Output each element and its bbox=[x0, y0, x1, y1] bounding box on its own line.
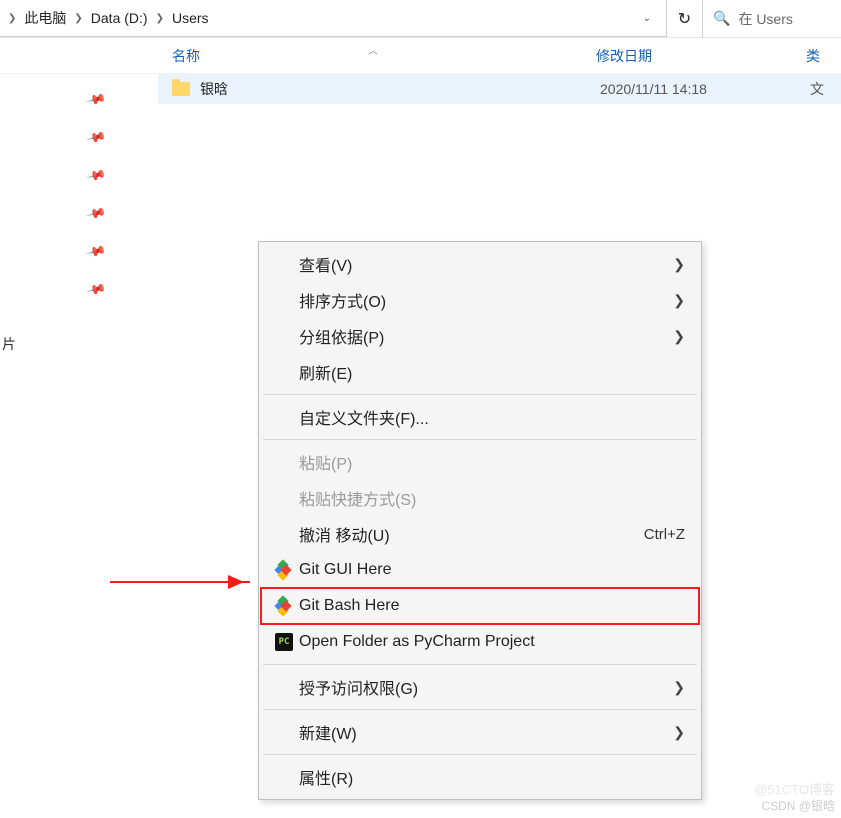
chevron-right-icon: ❯ bbox=[72, 13, 84, 24]
menu-undo[interactable]: 撤消 移动(U)Ctrl+Z bbox=[261, 516, 699, 552]
menu-view[interactable]: 查看(V)❯ bbox=[261, 246, 699, 282]
breadcrumb-drive[interactable]: Data (D:) bbox=[85, 6, 154, 30]
search-input[interactable]: 🔍 在 Users bbox=[703, 0, 841, 37]
menu-sort[interactable]: 排序方式(O)❯ bbox=[261, 282, 699, 318]
table-row[interactable]: 银晗 2020/11/11 14:18 文 bbox=[158, 74, 841, 104]
folder-icon bbox=[172, 82, 190, 96]
column-type[interactable]: 类 bbox=[798, 46, 820, 66]
watermark: CSDN @银晗 bbox=[761, 797, 835, 814]
file-name: 银晗 bbox=[200, 79, 600, 99]
column-headers: ︿ 名称 修改日期 类 bbox=[0, 38, 841, 74]
chevron-right-icon: ❯ bbox=[673, 724, 685, 741]
pin-icon[interactable]: 📌 bbox=[85, 165, 107, 187]
file-modified: 2020/11/11 14:18 bbox=[600, 81, 810, 97]
chevron-right-icon: ❯ bbox=[673, 256, 685, 273]
context-menu: 查看(V)❯ 排序方式(O)❯ 分组依据(P)❯ 刷新(E) 自定义文件夹(F)… bbox=[258, 241, 702, 800]
file-type: 文 bbox=[810, 79, 824, 99]
sort-caret-icon: ︿ bbox=[368, 42, 378, 57]
watermark: @51CTO博客 bbox=[754, 779, 835, 798]
address-bar: ❯ 此电脑 ❯ Data (D:) ❯ Users ⌄ ↻ 🔍 在 Users bbox=[0, 0, 841, 38]
pin-icon[interactable]: 📌 bbox=[85, 279, 107, 301]
git-icon bbox=[276, 598, 292, 614]
menu-git-bash[interactable]: Git Bash Here bbox=[261, 588, 699, 624]
search-placeholder: 在 Users bbox=[738, 9, 792, 29]
chevron-right-icon: ❯ bbox=[673, 292, 685, 309]
menu-paste-shortcut: 粘贴快捷方式(S) bbox=[261, 480, 699, 516]
breadcrumb-pc[interactable]: 此电脑 bbox=[18, 4, 72, 32]
pin-icon[interactable]: 📌 bbox=[85, 127, 107, 149]
separator bbox=[263, 394, 697, 395]
annotation-arrow bbox=[110, 581, 250, 583]
pin-icon[interactable]: 📌 bbox=[85, 203, 107, 225]
menu-git-gui[interactable]: Git GUI Here bbox=[261, 552, 699, 588]
chevron-right-icon: ❯ bbox=[154, 13, 166, 24]
pin-icon[interactable]: 📌 bbox=[85, 241, 107, 263]
menu-properties[interactable]: 属性(R) bbox=[261, 759, 699, 795]
chevron-right-icon: ❯ bbox=[673, 328, 685, 345]
chevron-right-icon: ❯ bbox=[673, 679, 685, 696]
breadcrumb[interactable]: ❯ 此电脑 ❯ Data (D:) ❯ Users ⌄ bbox=[0, 0, 667, 37]
column-modified[interactable]: 修改日期 bbox=[588, 46, 798, 66]
menu-pycharm[interactable]: PCOpen Folder as PyCharm Project bbox=[261, 624, 699, 660]
search-icon: 🔍 bbox=[713, 10, 730, 27]
git-icon bbox=[276, 562, 292, 578]
menu-new[interactable]: 新建(W)❯ bbox=[261, 714, 699, 750]
separator bbox=[263, 709, 697, 710]
separator bbox=[263, 754, 697, 755]
chevron-right-icon: ❯ bbox=[6, 13, 18, 24]
separator bbox=[263, 439, 697, 440]
menu-grant-access[interactable]: 授予访问权限(G)❯ bbox=[261, 669, 699, 705]
chevron-down-icon[interactable]: ⌄ bbox=[634, 9, 660, 28]
sidebar-item-label[interactable]: 片 bbox=[0, 334, 16, 354]
sidebar: 📌 📌 📌 📌 📌 📌 片 bbox=[0, 74, 158, 818]
menu-customize[interactable]: 自定义文件夹(F)... bbox=[261, 399, 699, 435]
pin-icon[interactable]: 📌 bbox=[85, 89, 107, 111]
menu-paste: 粘贴(P) bbox=[261, 444, 699, 480]
refresh-button[interactable]: ↻ bbox=[667, 0, 703, 37]
menu-group[interactable]: 分组依据(P)❯ bbox=[261, 318, 699, 354]
breadcrumb-folder[interactable]: Users bbox=[166, 6, 215, 30]
column-name[interactable]: ︿ 名称 bbox=[158, 46, 588, 66]
refresh-icon: ↻ bbox=[678, 9, 691, 29]
menu-refresh[interactable]: 刷新(E) bbox=[261, 354, 699, 390]
separator bbox=[263, 664, 697, 665]
pycharm-icon: PC bbox=[275, 633, 293, 651]
